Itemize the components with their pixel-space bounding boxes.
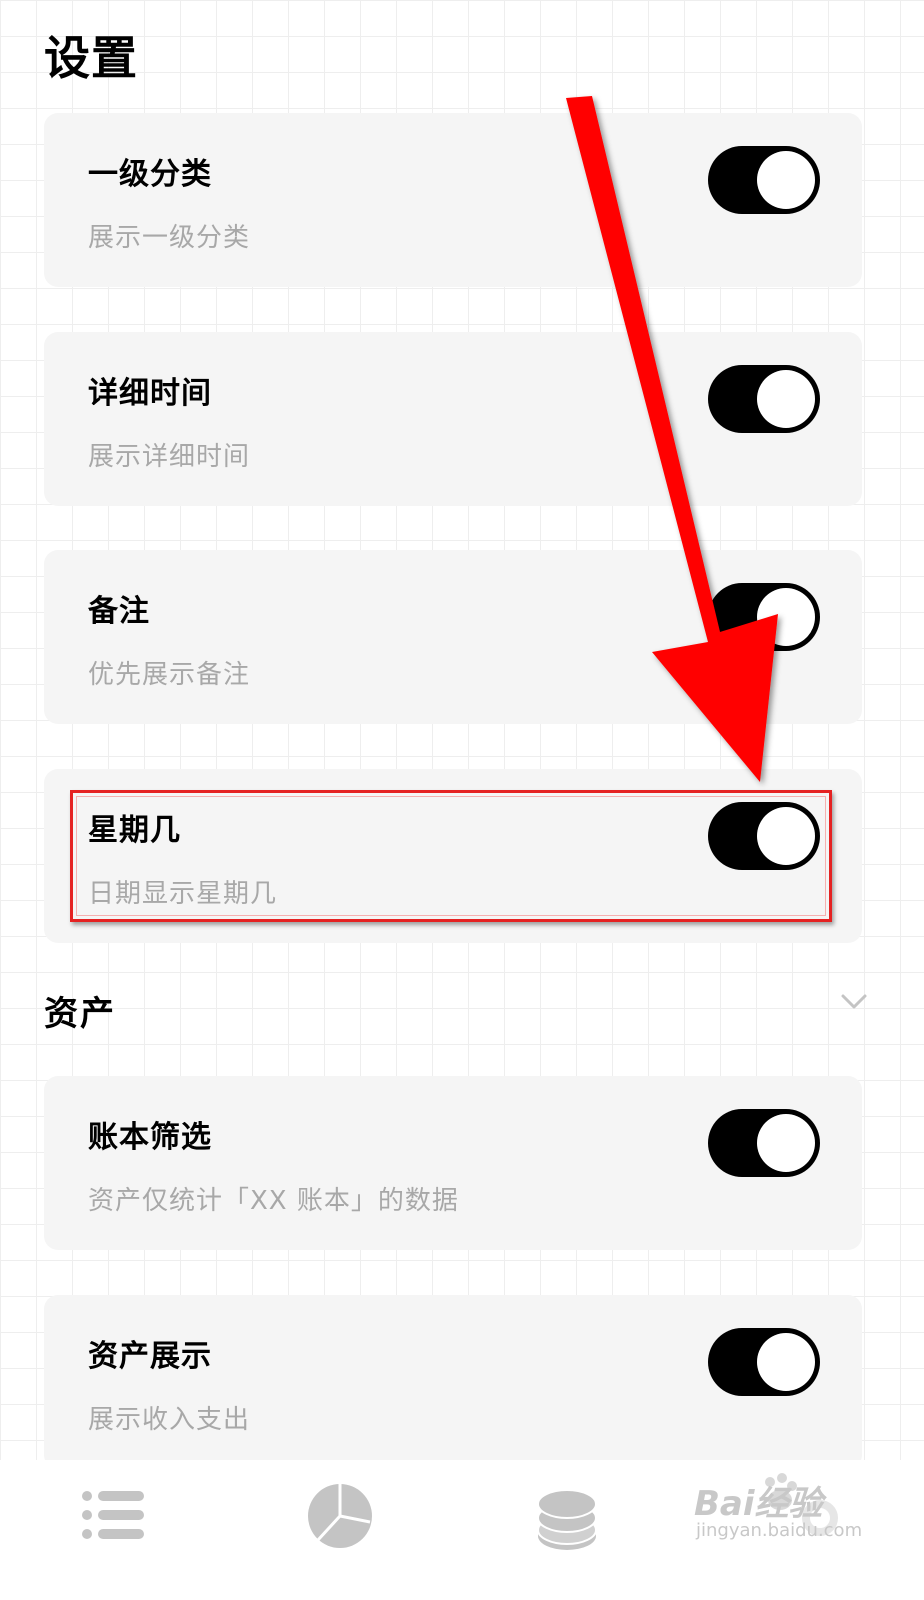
- toggle-knob: [757, 370, 815, 428]
- setting-description: 展示一级分类: [88, 223, 251, 253]
- toggle-knob: [757, 807, 815, 865]
- primary-category-toggle[interactable]: [708, 146, 820, 214]
- setting-card-detailed-time: 详细时间 展示详细时间: [44, 332, 862, 506]
- detailed-time-toggle[interactable]: [708, 365, 820, 433]
- setting-title: 资产展示: [88, 1339, 212, 1374]
- chevron-down-icon[interactable]: [840, 992, 868, 1012]
- setting-title: 备注: [88, 594, 150, 629]
- setting-title: 一级分类: [88, 157, 212, 192]
- setting-card-ledger-filter: 账本筛选 资产仅统计「XX 账本」的数据: [44, 1076, 862, 1250]
- setting-card-weekday: 星期几 日期显示星期几: [44, 769, 862, 943]
- setting-title: 详细时间: [88, 376, 212, 411]
- setting-description: 资产仅统计「XX 账本」的数据: [88, 1186, 459, 1216]
- watermark: Bai经验 jingyan.baidu.com: [694, 1468, 864, 1548]
- setting-description: 展示收入支出: [88, 1405, 251, 1435]
- watermark-url: jingyan.baidu.com: [696, 1520, 863, 1541]
- weekday-toggle[interactable]: [708, 802, 820, 870]
- setting-card-primary-category: 一级分类 展示一级分类: [44, 113, 862, 287]
- setting-card-asset-display: 资产展示 展示收入支出: [44, 1295, 862, 1469]
- setting-card-note: 备注 优先展示备注: [44, 550, 862, 724]
- pie-chart-icon[interactable]: [306, 1482, 374, 1550]
- ledger-filter-toggle[interactable]: [708, 1109, 820, 1177]
- coins-stack-icon[interactable]: [536, 1484, 598, 1554]
- note-toggle[interactable]: [708, 583, 820, 651]
- setting-title: 星期几: [88, 813, 181, 848]
- toggle-knob: [757, 1114, 815, 1172]
- section-title-assets: 资产: [44, 994, 116, 1034]
- setting-description: 日期显示星期几: [88, 879, 278, 909]
- asset-display-toggle[interactable]: [708, 1328, 820, 1396]
- toggle-knob: [757, 151, 815, 209]
- page-title: 设置: [44, 31, 138, 85]
- setting-description: 优先展示备注: [88, 660, 251, 690]
- toggle-knob: [757, 588, 815, 646]
- setting-description: 展示详细时间: [88, 442, 251, 472]
- list-icon[interactable]: [80, 1488, 146, 1542]
- setting-title: 账本筛选: [88, 1120, 212, 1155]
- toggle-knob: [757, 1333, 815, 1391]
- watermark-brand: Bai经验: [694, 1484, 823, 1524]
